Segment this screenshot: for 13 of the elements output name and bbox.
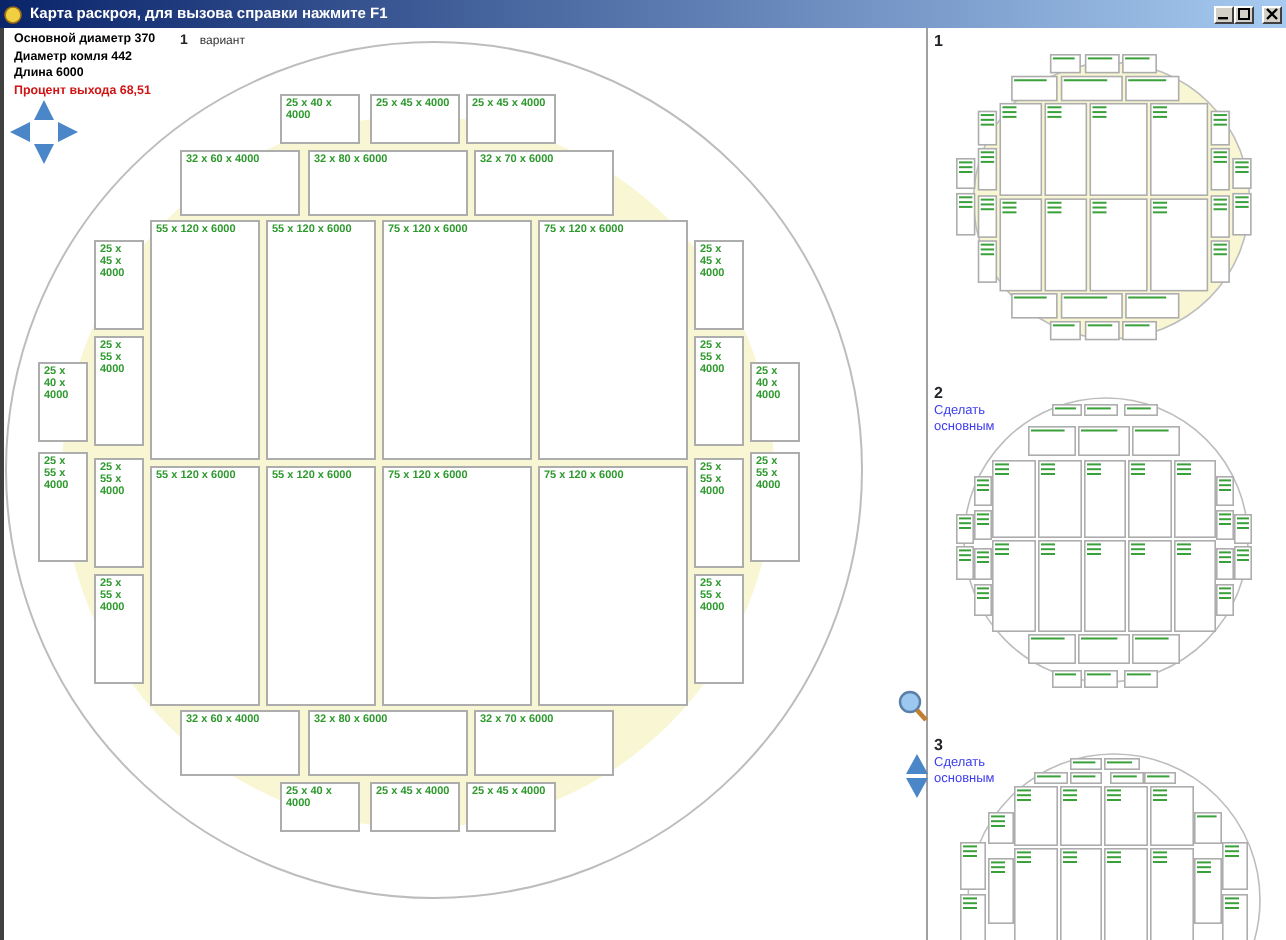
variant-number: 1 xyxy=(932,30,945,52)
close-button[interactable] xyxy=(1262,5,1282,23)
variant-number: 3 xyxy=(932,734,945,756)
maximize-button[interactable] xyxy=(1234,5,1254,23)
minimize-button[interactable] xyxy=(1214,5,1234,23)
cutting-map-thumbnail-drawing[interactable] xyxy=(956,54,1252,341)
navigation-arrows-icon[interactable] xyxy=(10,100,78,164)
close-icon xyxy=(1266,8,1278,20)
up-down-arrows-icon[interactable] xyxy=(906,754,928,798)
zoom-icon[interactable] xyxy=(898,690,928,722)
app-icon xyxy=(4,5,22,23)
variant-number: 2 xyxy=(932,382,945,404)
maximize-icon xyxy=(1238,8,1250,20)
